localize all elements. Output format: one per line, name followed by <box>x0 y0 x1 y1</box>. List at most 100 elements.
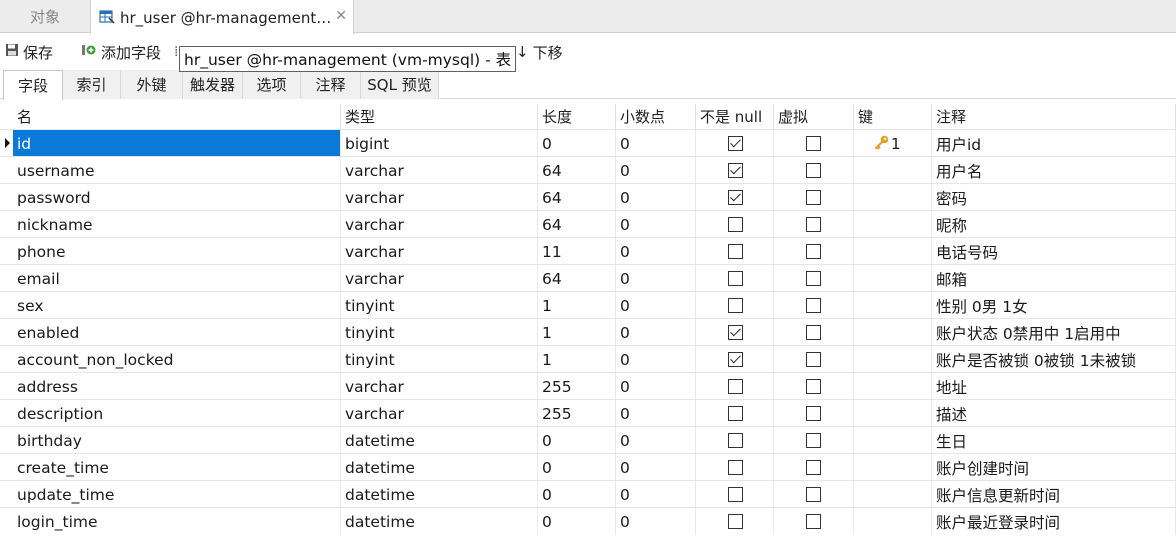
virtual-checkbox[interactable] <box>806 163 821 178</box>
cell-comment[interactable]: 用户id <box>932 130 1176 157</box>
not-null-checkbox[interactable] <box>728 136 743 151</box>
cell-comment[interactable]: 电话号码 <box>932 238 1176 265</box>
virtual-checkbox[interactable] <box>806 136 821 151</box>
key-cell[interactable] <box>854 481 932 508</box>
not-null-checkbox[interactable] <box>728 379 743 394</box>
not-null-checkbox[interactable] <box>728 163 743 178</box>
not-null-checkbox-cell[interactable] <box>696 184 774 211</box>
key-cell[interactable] <box>854 157 932 184</box>
cell-decimals[interactable]: 0 <box>616 481 696 508</box>
table-row[interactable]: phone varchar 11 0 电话号码 <box>0 237 1176 265</box>
cell-type[interactable]: varchar <box>341 373 538 400</box>
not-null-checkbox[interactable] <box>728 298 743 313</box>
table-row[interactable]: username varchar 64 0 用户名 <box>0 156 1176 184</box>
cell-name[interactable]: nickname <box>13 211 341 238</box>
not-null-checkbox-cell[interactable] <box>696 508 774 535</box>
col-header-name[interactable]: 名 <box>13 104 341 129</box>
not-null-checkbox-cell[interactable] <box>696 130 774 157</box>
cell-comment[interactable]: 账户最近登录时间 <box>932 508 1176 535</box>
cell-type[interactable]: datetime <box>341 508 538 535</box>
cell-comment[interactable]: 账户信息更新时间 <box>932 481 1176 508</box>
not-null-checkbox-cell[interactable] <box>696 157 774 184</box>
virtual-checkbox-cell[interactable] <box>774 265 854 292</box>
cell-length[interactable]: 1 <box>538 319 616 346</box>
key-cell[interactable] <box>854 292 932 319</box>
virtual-checkbox[interactable] <box>806 244 821 259</box>
virtual-checkbox[interactable] <box>806 379 821 394</box>
cell-comment[interactable]: 生日 <box>932 427 1176 454</box>
add-field-button[interactable]: 添加字段 <box>81 34 161 70</box>
cell-type[interactable]: varchar <box>341 238 538 265</box>
cell-decimals[interactable]: 0 <box>616 508 696 535</box>
cell-type[interactable]: datetime <box>341 427 538 454</box>
tab-hr-user-table[interactable]: hr_user @hr-management (vm-mysql) - 表 ✕ <box>90 0 354 34</box>
tab-objects[interactable]: 对象 <box>0 0 90 33</box>
virtual-checkbox[interactable] <box>806 514 821 529</box>
cell-name[interactable]: sex <box>13 292 341 319</box>
close-icon[interactable]: ✕ <box>335 8 347 24</box>
cell-comment[interactable]: 性别 0男 1女 <box>932 292 1176 319</box>
not-null-checkbox[interactable] <box>728 433 743 448</box>
table-row[interactable]: enabled tinyint 1 0 账户状态 0禁用中 1启用中 <box>0 318 1176 346</box>
table-row[interactable]: description varchar 255 0 描述 <box>0 399 1176 427</box>
cell-decimals[interactable]: 0 <box>616 427 696 454</box>
cell-decimals[interactable]: 0 <box>616 157 696 184</box>
cell-decimals[interactable]: 0 <box>616 211 696 238</box>
not-null-checkbox[interactable] <box>728 325 743 340</box>
cell-decimals[interactable]: 0 <box>616 238 696 265</box>
key-cell[interactable] <box>854 184 932 211</box>
cell-decimals[interactable]: 0 <box>616 184 696 211</box>
virtual-checkbox-cell[interactable] <box>774 292 854 319</box>
cell-decimals[interactable]: 0 <box>616 130 696 157</box>
virtual-checkbox-cell[interactable] <box>774 400 854 427</box>
cell-type[interactable]: datetime <box>341 481 538 508</box>
cell-type[interactable]: varchar <box>341 211 538 238</box>
not-null-checkbox-cell[interactable] <box>696 346 774 373</box>
key-cell[interactable] <box>854 211 932 238</box>
tab-sql-preview[interactable]: SQL 预览 <box>361 70 439 99</box>
key-cell[interactable] <box>854 427 932 454</box>
not-null-checkbox[interactable] <box>728 514 743 529</box>
not-null-checkbox-cell[interactable] <box>696 373 774 400</box>
cell-name[interactable]: update_time <box>13 481 341 508</box>
virtual-checkbox[interactable] <box>806 271 821 286</box>
tab-triggers[interactable]: 触发器 <box>183 70 243 99</box>
table-row[interactable]: email varchar 64 0 邮箱 <box>0 264 1176 292</box>
table-row[interactable]: id bigint 0 0 1 用户id <box>0 129 1176 157</box>
not-null-checkbox[interactable] <box>728 460 743 475</box>
key-cell[interactable] <box>854 373 932 400</box>
not-null-checkbox-cell[interactable] <box>696 292 774 319</box>
table-row[interactable]: account_non_locked tinyint 1 0 账户是否被锁 0被锁 1未… <box>0 345 1176 373</box>
cell-name[interactable]: address <box>13 373 341 400</box>
cell-length[interactable]: 255 <box>538 373 616 400</box>
cell-length[interactable]: 1 <box>538 346 616 373</box>
cell-length[interactable]: 64 <box>538 265 616 292</box>
cell-length[interactable]: 11 <box>538 238 616 265</box>
cell-type[interactable]: varchar <box>341 184 538 211</box>
virtual-checkbox[interactable] <box>806 487 821 502</box>
table-row[interactable]: address varchar 255 0 地址 <box>0 372 1176 400</box>
virtual-checkbox-cell[interactable] <box>774 319 854 346</box>
virtual-checkbox-cell[interactable] <box>774 373 854 400</box>
cell-comment[interactable]: 描述 <box>932 400 1176 427</box>
key-cell[interactable] <box>854 319 932 346</box>
cell-name[interactable]: id <box>13 130 341 157</box>
not-null-checkbox-cell[interactable] <box>696 319 774 346</box>
virtual-checkbox[interactable] <box>806 190 821 205</box>
cell-name[interactable]: phone <box>13 238 341 265</box>
col-header-not-null[interactable]: 不是 null <box>696 104 774 129</box>
virtual-checkbox-cell[interactable] <box>774 427 854 454</box>
cell-decimals[interactable]: 0 <box>616 373 696 400</box>
virtual-checkbox-cell[interactable] <box>774 454 854 481</box>
col-header-comment[interactable]: 注释 <box>932 104 1176 129</box>
col-header-key[interactable]: 键 <box>854 104 932 129</box>
virtual-checkbox-cell[interactable] <box>774 130 854 157</box>
virtual-checkbox-cell[interactable] <box>774 346 854 373</box>
virtual-checkbox-cell[interactable] <box>774 157 854 184</box>
cell-comment[interactable]: 昵称 <box>932 211 1176 238</box>
not-null-checkbox[interactable] <box>728 190 743 205</box>
table-row[interactable]: birthday datetime 0 0 生日 <box>0 426 1176 454</box>
cell-name[interactable]: description <box>13 400 341 427</box>
cell-type[interactable]: tinyint <box>341 346 538 373</box>
not-null-checkbox[interactable] <box>728 487 743 502</box>
